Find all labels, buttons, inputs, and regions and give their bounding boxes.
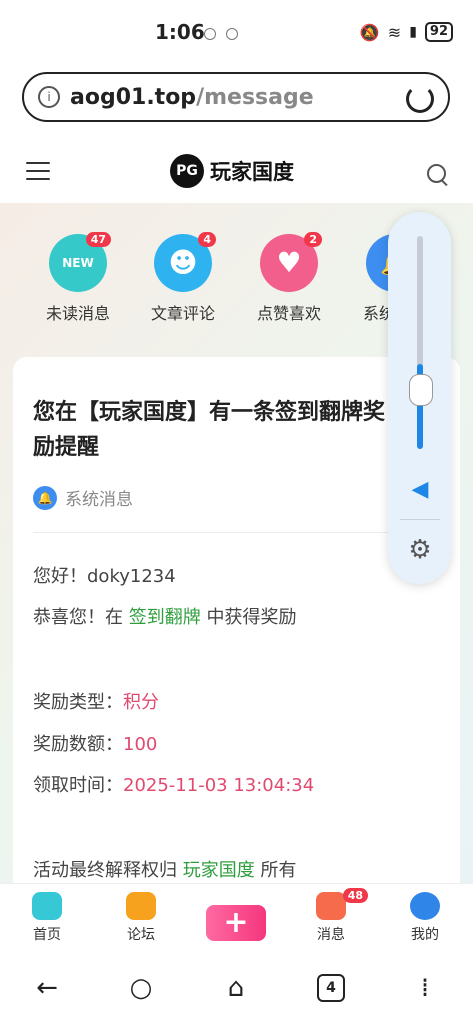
tag-label: 系统消息 [65, 490, 133, 510]
system-nav-bar: ← ○ ⌂ 4 ⁞ [0, 950, 473, 1024]
divider [33, 532, 438, 533]
reward-amount-label: 奖励数额： [33, 734, 123, 755]
category-label: 文章评论 [150, 304, 215, 323]
sign-in-link[interactable]: 签到翻牌 [129, 607, 201, 628]
status-icons: 🔕 ≋ ▮ 92 [360, 22, 453, 42]
notification-icon [226, 28, 238, 40]
nav-home[interactable]: 首页 [12, 892, 82, 944]
tabs-button[interactable]: 4 [311, 968, 351, 1008]
home-icon [32, 892, 62, 920]
message-title: 您在【玩家国度】有一条签到翻牌奖励提醒 [33, 400, 386, 460]
logo-mark: PG [170, 154, 204, 188]
unread-badge: 47 [85, 232, 111, 247]
nav-forum[interactable]: 论坛 [106, 892, 176, 944]
search-icon[interactable] [427, 164, 446, 183]
nav-label: 首页 [33, 927, 61, 943]
notification-icon [204, 28, 216, 40]
site-link[interactable]: 玩家国度 [183, 860, 255, 881]
bell-icon: 🔔 [33, 485, 57, 510]
status-bar: 1:06 🔕 ≋ ▮ 92 [0, 0, 473, 66]
divider [400, 519, 440, 520]
congrats-suffix: 中获得奖励 [206, 607, 297, 628]
footer-prefix: 活动最终解释权归 [33, 860, 177, 881]
comments-badge: 4 [198, 232, 216, 247]
reward-amount-line: 奖励数额：100 [33, 730, 157, 756]
reward-type-line: 奖励类型：积分 [33, 688, 159, 714]
category-likes[interactable]: ♥ 2 点赞喜欢 [246, 232, 332, 324]
logo-text: 玩家国度 [210, 160, 294, 184]
volume-knob[interactable] [409, 374, 433, 406]
nav-profile[interactable]: 我的 [390, 892, 460, 944]
footer-suffix: 所有 [260, 860, 297, 881]
forum-icon [126, 892, 156, 920]
footer-line: 活动最终解释权归 玩家国度 所有 [33, 856, 296, 882]
address-bar[interactable]: i aog01.top/message [22, 72, 450, 122]
greeting-text: 您好！doky1234 [33, 566, 176, 587]
volume-panel[interactable]: ◀ ⚙ [388, 212, 451, 584]
gear-icon[interactable]: ⚙ [406, 536, 434, 564]
category-label: 未读消息 [45, 304, 110, 323]
site-info-icon[interactable]: i [38, 86, 60, 108]
search-icon[interactable]: ○ [121, 968, 161, 1008]
new-icon: NEW 47 [49, 232, 111, 292]
profile-icon [410, 892, 440, 920]
message-tag[interactable]: 🔔 系统消息 [33, 485, 133, 510]
claim-time-line: 领取时间：2025-11-03 13:04:34 [33, 771, 314, 797]
battery-icon: 92 [424, 22, 453, 42]
reload-icon[interactable] [406, 85, 434, 113]
more-icon[interactable]: ⁞ [405, 968, 445, 1008]
likes-badge: 2 [304, 232, 322, 247]
messages-badge: 48 [342, 888, 368, 903]
reward-type-label: 奖励类型： [33, 692, 123, 713]
nav-label: 我的 [411, 927, 439, 943]
reward-amount-value: 100 [123, 734, 158, 755]
nav-label: 消息 [317, 927, 345, 943]
message-bell-icon: 48 [316, 888, 368, 920]
url-host: aog01.top [70, 85, 197, 110]
heart-icon: ♥ 2 [260, 232, 322, 292]
category-comments[interactable]: ☻ 4 文章评论 [140, 232, 226, 324]
home-button-icon[interactable]: ⌂ [216, 968, 256, 1008]
speaker-icon[interactable]: ◀ [408, 477, 432, 502]
category-label: 点赞喜欢 [256, 304, 321, 323]
nav-label: 论坛 [127, 927, 155, 943]
category-unread[interactable]: NEW 47 未读消息 [35, 232, 121, 324]
menu-icon[interactable] [26, 162, 50, 186]
create-post-button[interactable]: + [206, 905, 266, 941]
claim-time-label: 领取时间： [33, 775, 123, 796]
url-path: /message [196, 85, 314, 110]
status-time: 1:06 [155, 20, 205, 44]
chat-face-icon: ☻ 4 [154, 232, 216, 292]
battery-saver-icon: ▮ [409, 24, 417, 40]
congrats-prefix: 恭喜您！在 [33, 607, 123, 628]
tabs-count: 4 [317, 974, 345, 1002]
url-text[interactable]: aog01.top/message [70, 85, 314, 110]
site-logo[interactable]: PG 玩家国度 [170, 154, 294, 188]
reward-type-value: 积分 [123, 692, 159, 713]
back-icon[interactable]: ← [27, 968, 67, 1008]
wifi-icon: ≋ [387, 22, 402, 42]
nav-messages[interactable]: 48 消息 [296, 888, 368, 944]
congrats-line: 恭喜您！在 签到翻牌 中获得奖励 [33, 603, 296, 629]
claim-time-value: 2025-11-03 13:04:34 [123, 775, 315, 796]
mute-icon: 🔕 [359, 22, 380, 42]
